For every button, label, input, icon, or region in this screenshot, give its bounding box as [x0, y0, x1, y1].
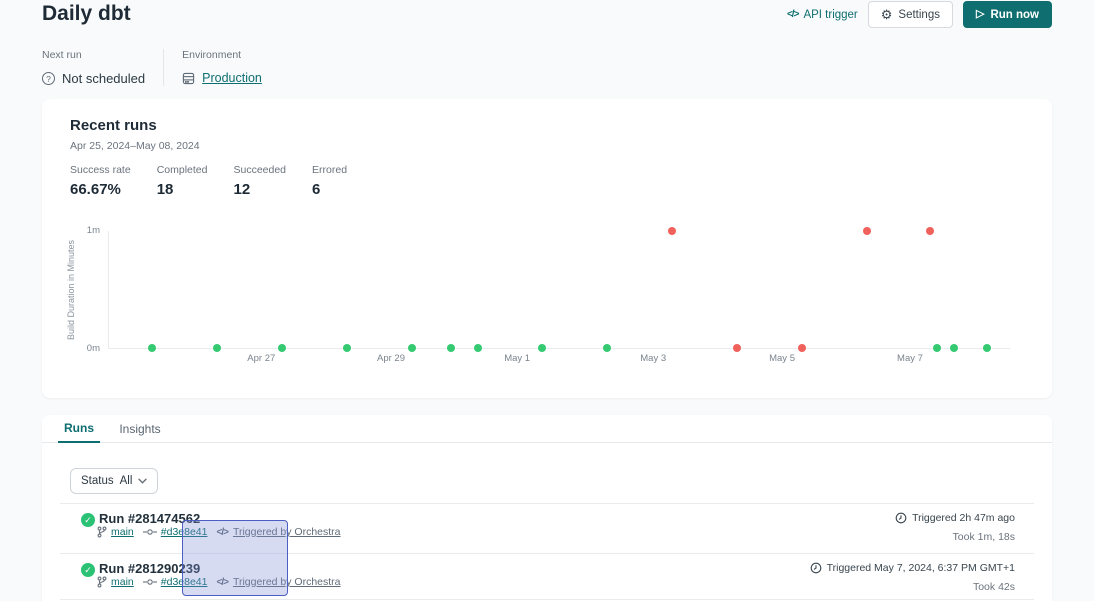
run-triggered-time: Triggered 2h 47m ago	[895, 512, 1015, 524]
chart-point-succeeded[interactable]	[408, 344, 416, 352]
chart-point-errored[interactable]	[863, 227, 871, 235]
job-meta: Next run ? Not scheduled Environment	[42, 49, 280, 86]
row-divider	[60, 599, 1034, 600]
chart-point-succeeded[interactable]	[950, 344, 958, 352]
chart-point-succeeded[interactable]	[148, 344, 156, 352]
settings-label: Settings	[898, 9, 940, 21]
success-check-icon: ✓	[81, 563, 95, 577]
chevron-down-icon	[138, 478, 147, 484]
page-title: Daily dbt	[42, 2, 131, 26]
chart-point-succeeded[interactable]	[538, 344, 546, 352]
chart-y-axis-label: Build Duration in Minutes	[66, 231, 78, 349]
gear-icon: ⚙	[881, 8, 893, 21]
environment-block: Environment Production	[163, 49, 280, 86]
x-tick-label: May 7	[897, 353, 923, 364]
x-tick-label: Apr 29	[377, 353, 405, 364]
branch-link[interactable]: main	[111, 576, 134, 588]
x-tick-label: May 5	[769, 353, 795, 364]
api-trigger-label: API trigger	[803, 9, 857, 21]
code-icon: </>	[787, 9, 798, 20]
environment-label: Environment	[182, 49, 262, 61]
chart-point-succeeded[interactable]	[474, 344, 482, 352]
job-page: Daily dbt </> API trigger ⚙ Settings ▷ R…	[0, 0, 1094, 601]
run-now-button[interactable]: ▷ Run now	[963, 1, 1052, 28]
run-title[interactable]: Run #281290239	[99, 561, 200, 576]
runs-card: Runs Insights Status All ✓ Run #28147456…	[42, 415, 1052, 601]
stat-errored: Errored 6	[312, 164, 361, 198]
clock-icon	[895, 512, 907, 524]
stat-success-rate: Success rate 66.67%	[70, 164, 131, 198]
chart-point-succeeded[interactable]	[278, 344, 286, 352]
chart-point-errored[interactable]	[926, 227, 934, 235]
next-run-label: Next run	[42, 49, 145, 61]
tab-bar: Runs Insights	[42, 415, 1052, 443]
git-branch-icon	[97, 576, 107, 588]
settings-button[interactable]: ⚙ Settings	[868, 1, 953, 28]
question-circle-icon: ?	[42, 72, 55, 85]
branch-link[interactable]: main	[111, 526, 134, 538]
run-duration: Took 1m, 18s	[953, 531, 1015, 543]
chart-plot: Apr 27Apr 29May 1May 3May 5May 7	[108, 231, 1010, 349]
stat-succeeded: Succeeded 12	[233, 164, 286, 198]
chart-point-succeeded[interactable]	[933, 344, 941, 352]
run-triggered-time: Triggered May 7, 2024, 6:37 PM GMT+1	[810, 562, 1015, 574]
code-icon: </>	[216, 577, 227, 588]
next-run-value: Not scheduled	[62, 71, 145, 86]
chart-point-succeeded[interactable]	[213, 344, 221, 352]
tab-insights[interactable]: Insights	[112, 415, 168, 443]
run-now-label: Run now	[990, 9, 1039, 21]
environment-link[interactable]: Production	[202, 71, 262, 85]
stats-row: Success rate 66.67% Completed 18 Succeed…	[70, 164, 387, 198]
code-icon: </>	[216, 527, 227, 538]
y-tick-0m: 0m	[50, 343, 100, 354]
commit-link[interactable]: #d3e8e41	[161, 576, 208, 588]
row-divider	[60, 503, 1034, 504]
run-details: main #d3e8e41 </> Triggered by Orchestra	[97, 576, 341, 588]
run-title[interactable]: Run #281474562	[99, 511, 200, 526]
play-icon: ▷	[976, 9, 984, 20]
commit-link[interactable]: #d3e8e41	[161, 526, 208, 538]
run-duration: Took 42s	[973, 581, 1015, 593]
x-tick-label: Apr 27	[247, 353, 275, 364]
status-filter-dropdown[interactable]: Status All	[70, 468, 158, 494]
git-commit-icon	[143, 578, 157, 586]
chart-point-errored[interactable]	[798, 344, 806, 352]
next-run-block: Next run ? Not scheduled	[42, 49, 163, 86]
status-filter-label: Status	[81, 475, 114, 487]
y-tick-1m: 1m	[50, 225, 100, 236]
trigger-source-badge[interactable]: </> Triggered by Orchestra	[216, 526, 340, 538]
recent-runs-title: Recent runs	[70, 117, 157, 134]
chart-point-errored[interactable]	[668, 227, 676, 235]
recent-runs-date-range: Apr 25, 2024–May 08, 2024	[70, 140, 200, 152]
chart-point-succeeded[interactable]	[447, 344, 455, 352]
stat-completed: Completed 18	[157, 164, 208, 198]
recent-runs-card: Recent runs Apr 25, 2024–May 08, 2024 Su…	[42, 99, 1052, 398]
chart-point-succeeded[interactable]	[603, 344, 611, 352]
row-divider	[60, 553, 1034, 554]
status-filter-value: All	[120, 475, 133, 487]
success-check-icon: ✓	[81, 513, 95, 527]
tab-runs[interactable]: Runs	[58, 415, 100, 443]
chart-point-succeeded[interactable]	[983, 344, 991, 352]
trigger-source-badge[interactable]: </> Triggered by Orchestra	[216, 576, 340, 588]
trigger-source-link[interactable]: Triggered by Orchestra	[233, 576, 341, 588]
trigger-source-link[interactable]: Triggered by Orchestra	[233, 526, 341, 538]
api-trigger-link[interactable]: </> API trigger	[787, 9, 858, 21]
clock-icon	[810, 562, 822, 574]
database-icon	[182, 72, 195, 85]
x-tick-label: May 1	[504, 353, 530, 364]
git-commit-icon	[143, 528, 157, 536]
chart-point-succeeded[interactable]	[343, 344, 351, 352]
run-details: main #d3e8e41 </> Triggered by Orchestra	[97, 526, 341, 538]
git-branch-icon	[97, 526, 107, 538]
x-tick-label: May 3	[640, 353, 666, 364]
header-actions: </> API trigger ⚙ Settings ▷ Run now	[787, 1, 1052, 28]
chart-point-errored[interactable]	[733, 344, 741, 352]
